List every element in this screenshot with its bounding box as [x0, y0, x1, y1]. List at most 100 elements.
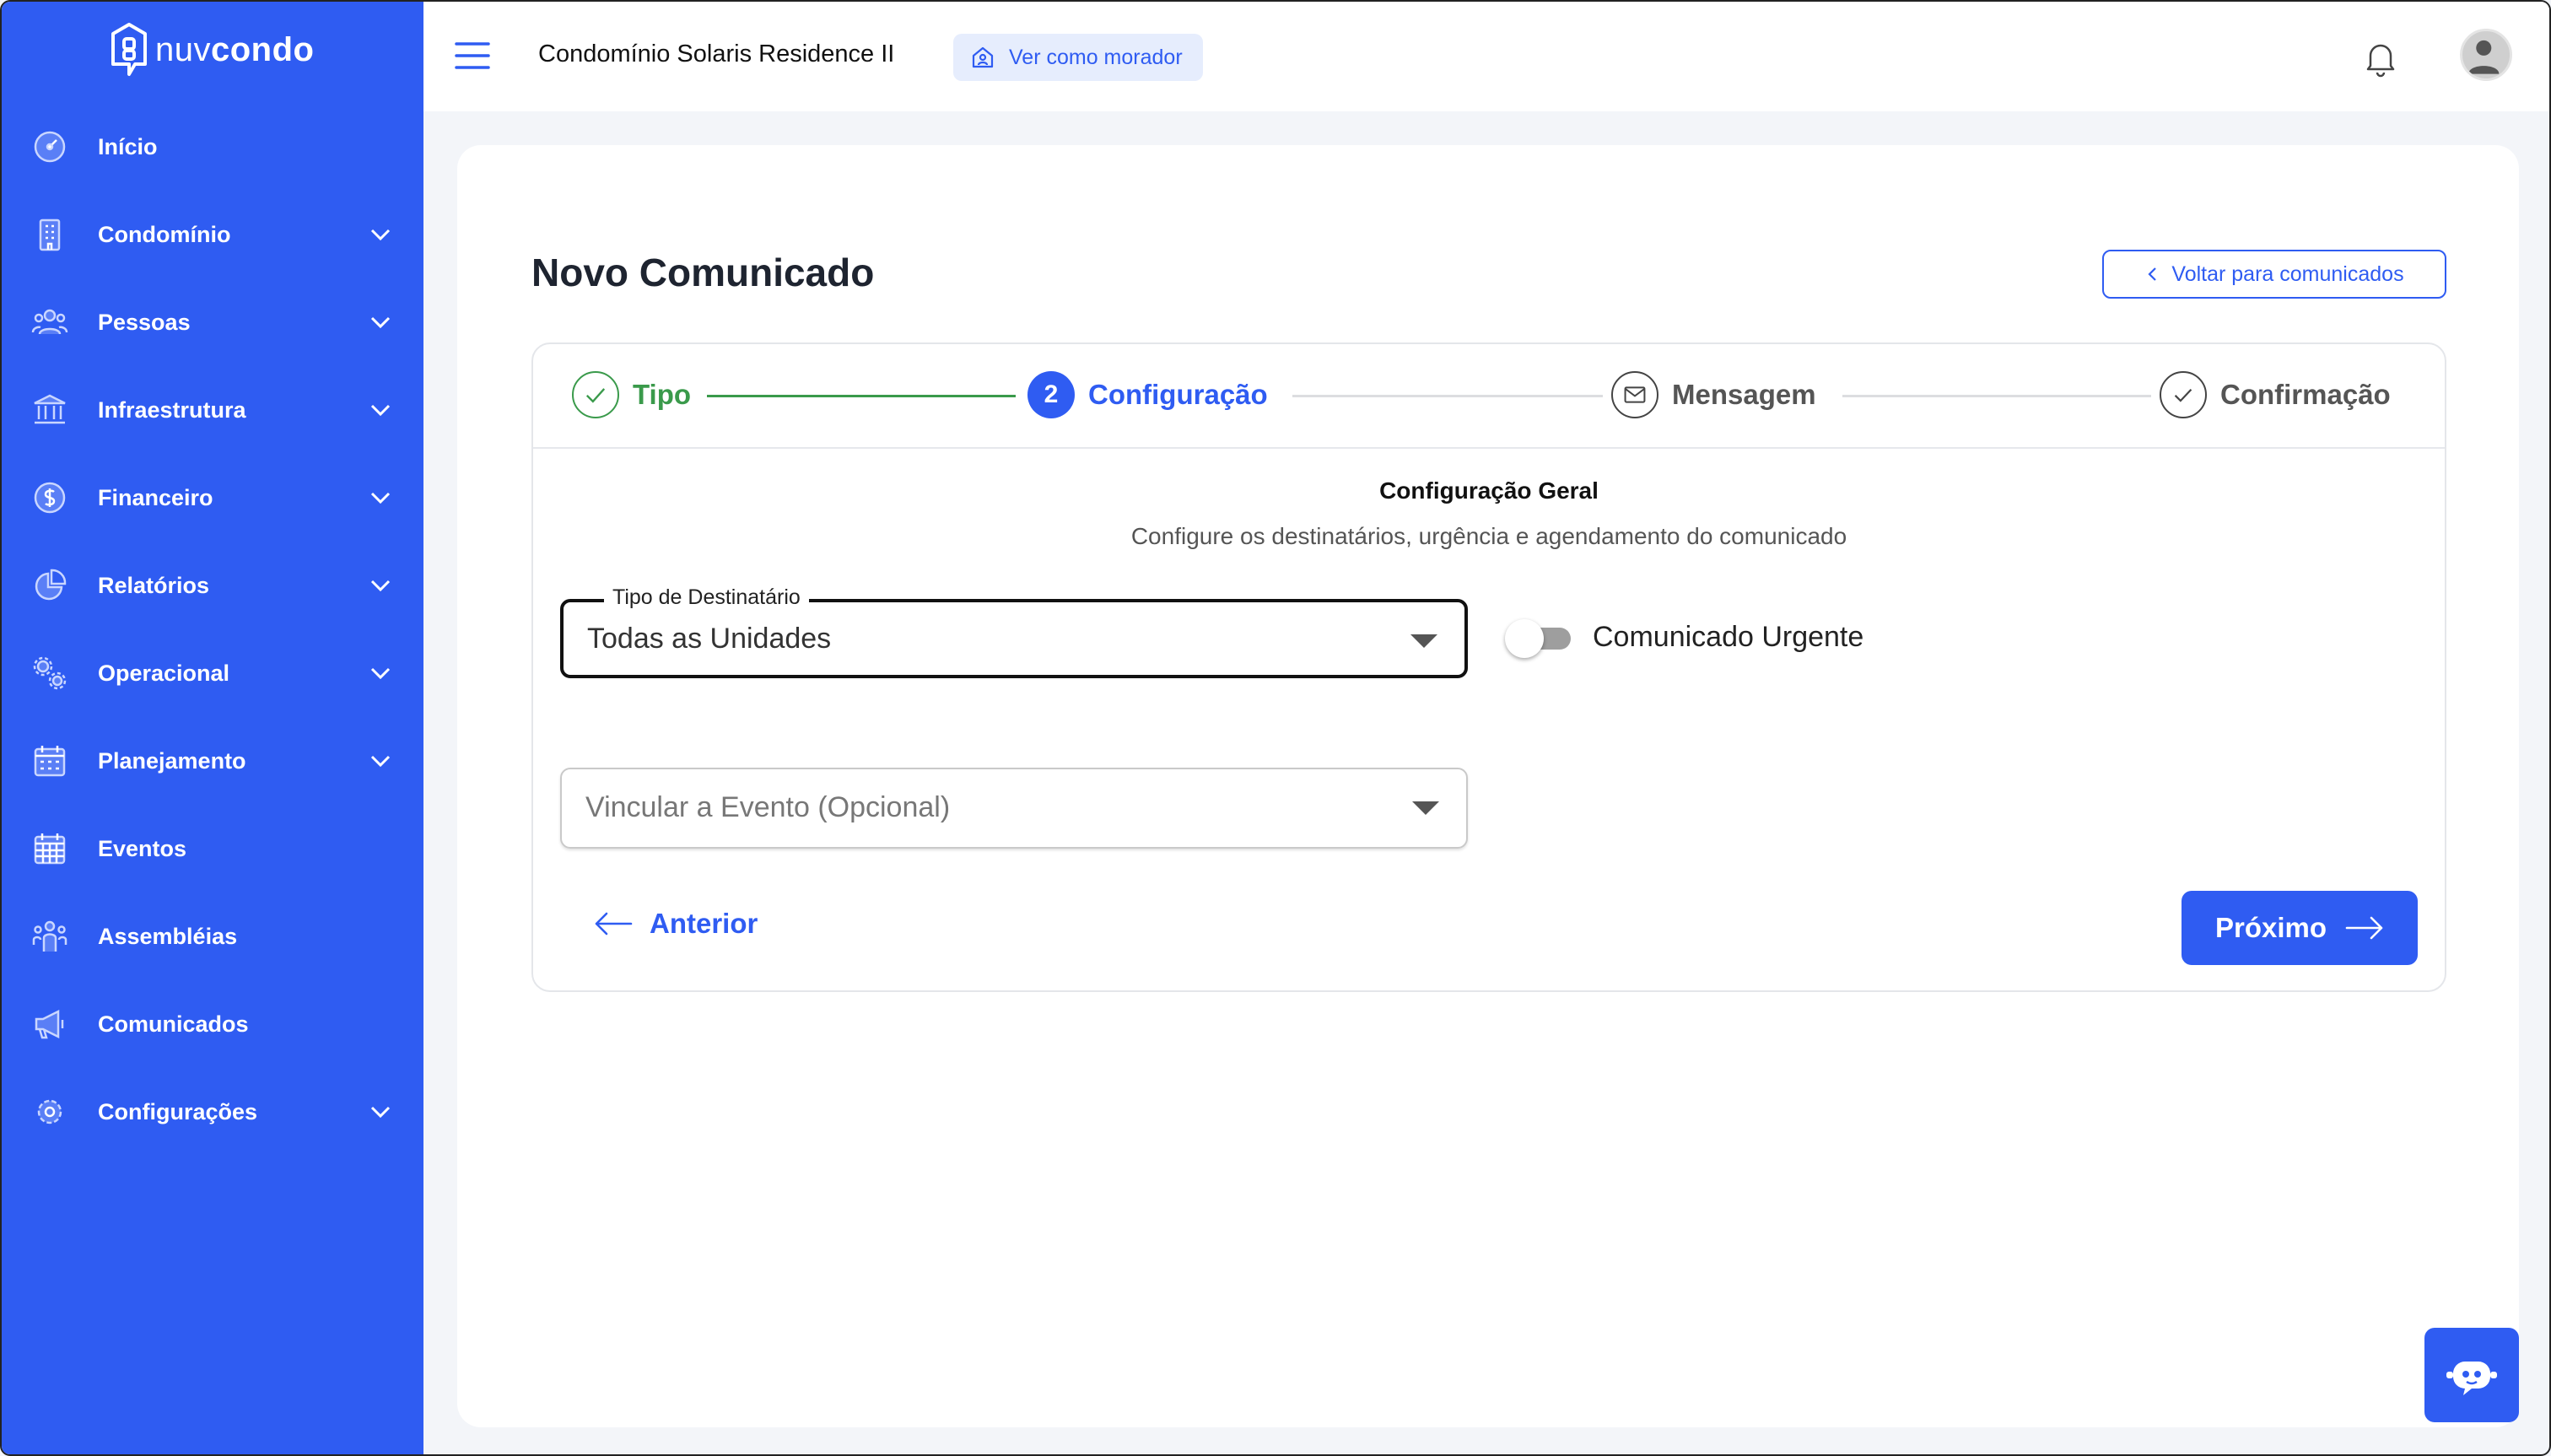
logo-icon — [111, 23, 147, 76]
sidebar-item-eventos[interactable]: Eventos — [2, 805, 423, 892]
chevron-down-icon[interactable] — [366, 396, 395, 424]
sidebar-item-label: Relatórios — [98, 572, 210, 598]
sidebar-item-label: Comunicados — [98, 1011, 249, 1037]
sidebar-item-inicio[interactable]: Início — [2, 103, 423, 191]
sidebar-item-planejamento[interactable]: Planejamento — [2, 717, 423, 805]
section-title: Configuração Geral — [1379, 477, 1599, 504]
gears-icon — [30, 654, 69, 693]
sidebar-item-financeiro[interactable]: Financeiro — [2, 454, 423, 542]
urgent-toggle-label: Comunicado Urgente — [1593, 621, 1864, 653]
calendar-icon — [30, 741, 69, 780]
recipient-type-select[interactable]: Tipo de Destinatário Todas as Unidades — [560, 585, 1468, 678]
sidebar-item-condominio[interactable]: Condomínio — [2, 191, 423, 278]
building-icon — [30, 215, 69, 254]
sidebar: nuvcondo Início Condomínio Pessoas Infra… — [2, 2, 423, 1454]
chevron-down-icon[interactable] — [366, 308, 395, 337]
gear-icon — [30, 1092, 69, 1131]
avatar[interactable] — [2460, 29, 2512, 81]
sidebar-item-label: Infraestrutura — [98, 396, 246, 423]
sidebar-item-label: Configurações — [98, 1098, 258, 1124]
check-icon — [572, 371, 619, 418]
toggle-knob — [1505, 619, 1544, 658]
step-label: Mensagem — [1672, 379, 1816, 410]
page-title: Novo Comunicado — [531, 251, 875, 294]
step-label: Tipo — [633, 379, 692, 410]
previous-button[interactable]: Anterior — [594, 908, 758, 940]
sidebar-item-label: Início — [98, 133, 158, 159]
bank-icon — [30, 391, 69, 429]
sidebar-item-operacional[interactable]: Operacional — [2, 629, 423, 717]
urgent-toggle[interactable] — [1505, 616, 1576, 658]
sidebar-item-label: Planejamento — [98, 747, 246, 774]
wizard-panel: Tipo 2 Configuração Mensagem Confirmação… — [531, 342, 2446, 992]
main-card: Novo Comunicado Voltar para comunicados … — [457, 145, 2519, 1427]
sidebar-nav: Início Condomínio Pessoas Infraestrutura… — [2, 103, 423, 1156]
robot-icon — [2446, 1362, 2497, 1395]
step-mensagem[interactable]: Mensagem — [1611, 369, 1816, 420]
top-bar: Condomínio Solaris Residence II Ver como… — [423, 2, 2549, 111]
megaphone-icon — [30, 1005, 69, 1043]
people-icon — [30, 303, 69, 342]
recipient-type-value: Todas as Unidades — [587, 623, 832, 655]
pie-chart-icon — [30, 566, 69, 605]
sidebar-item-pessoas[interactable]: Pessoas — [2, 278, 423, 366]
arrow-right-icon — [2345, 916, 2383, 940]
check-icon — [2160, 371, 2207, 418]
step-label: Configuração — [1088, 379, 1268, 410]
home-user-icon — [972, 46, 994, 68]
sidebar-item-label: Operacional — [98, 660, 230, 686]
chevron-left-icon — [2148, 267, 2157, 281]
menu-icon[interactable] — [454, 39, 491, 73]
event-link-placeholder: Vincular a Evento (Opcional) — [585, 791, 951, 823]
caret-down-icon — [1412, 801, 1439, 815]
sidebar-item-infraestrutura[interactable]: Infraestrutura — [2, 366, 423, 454]
recipient-type-label: Tipo de Destinatário — [604, 585, 809, 610]
sidebar-item-label: Condomínio — [98, 221, 231, 247]
chevron-down-icon[interactable] — [366, 659, 395, 688]
chevron-down-icon[interactable] — [366, 1097, 395, 1126]
app-window: nuvcondo Início Condomínio Pessoas Infra… — [0, 0, 2551, 1456]
condo-name: Condomínio Solaris Residence II — [538, 40, 895, 67]
sidebar-item-relatorios[interactable]: Relatórios — [2, 542, 423, 629]
user-avatar-icon — [2468, 40, 2500, 74]
view-as-resident-label: Ver como morador — [1009, 45, 1183, 69]
sidebar-item-label: Assembléias — [98, 923, 238, 949]
chevron-down-icon[interactable] — [366, 220, 395, 249]
caret-down-icon — [1410, 634, 1437, 648]
sidebar-item-label: Pessoas — [98, 309, 191, 335]
next-button-label: Próximo — [2214, 912, 2327, 943]
sidebar-item-label: Eventos — [98, 835, 187, 861]
sidebar-item-comunicados[interactable]: Comunicados — [2, 980, 423, 1068]
dashboard-icon — [30, 127, 69, 166]
back-button-label: Voltar para comunicados — [2171, 262, 2404, 286]
arrow-left-icon — [595, 912, 633, 936]
assembly-icon — [30, 917, 69, 956]
next-button[interactable]: Próximo — [2182, 891, 2418, 965]
stepper: Tipo 2 Configuração Mensagem Confirmação — [533, 344, 2445, 449]
sidebar-item-configuracoes[interactable]: Configurações — [2, 1068, 423, 1156]
previous-button-label: Anterior — [650, 908, 758, 939]
view-as-resident-button[interactable]: Ver como morador — [953, 34, 1203, 81]
step-tipo[interactable]: Tipo — [572, 369, 691, 420]
event-link-select[interactable]: Vincular a Evento (Opcional) — [560, 768, 1468, 849]
chevron-down-icon[interactable] — [366, 571, 395, 600]
step-connector — [1842, 395, 2151, 397]
envelope-icon — [1611, 371, 1658, 418]
step-configuracao[interactable]: 2 Configuração — [1027, 369, 1268, 420]
chevron-down-icon[interactable] — [366, 747, 395, 775]
step-connector — [1292, 395, 1603, 397]
sidebar-item-assembleias[interactable]: Assembléias — [2, 892, 423, 980]
sidebar-item-label: Financeiro — [98, 484, 213, 510]
chatbot-button[interactable] — [2424, 1328, 2519, 1422]
step-number: 2 — [1027, 371, 1075, 418]
step-label: Confirmação — [2220, 379, 2391, 410]
dollar-icon — [30, 478, 69, 517]
calendar-grid-icon — [30, 829, 69, 868]
bell-icon[interactable] — [2360, 37, 2401, 78]
section-subtitle: Configure os destinatários, urgência e a… — [1130, 523, 1847, 549]
back-to-announcements-button[interactable]: Voltar para comunicados — [2102, 250, 2446, 299]
step-connector — [707, 395, 1016, 397]
step-confirmacao[interactable]: Confirmação — [2160, 369, 2391, 420]
chevron-down-icon[interactable] — [366, 483, 395, 512]
logo[interactable]: nuvcondo — [110, 22, 314, 78]
